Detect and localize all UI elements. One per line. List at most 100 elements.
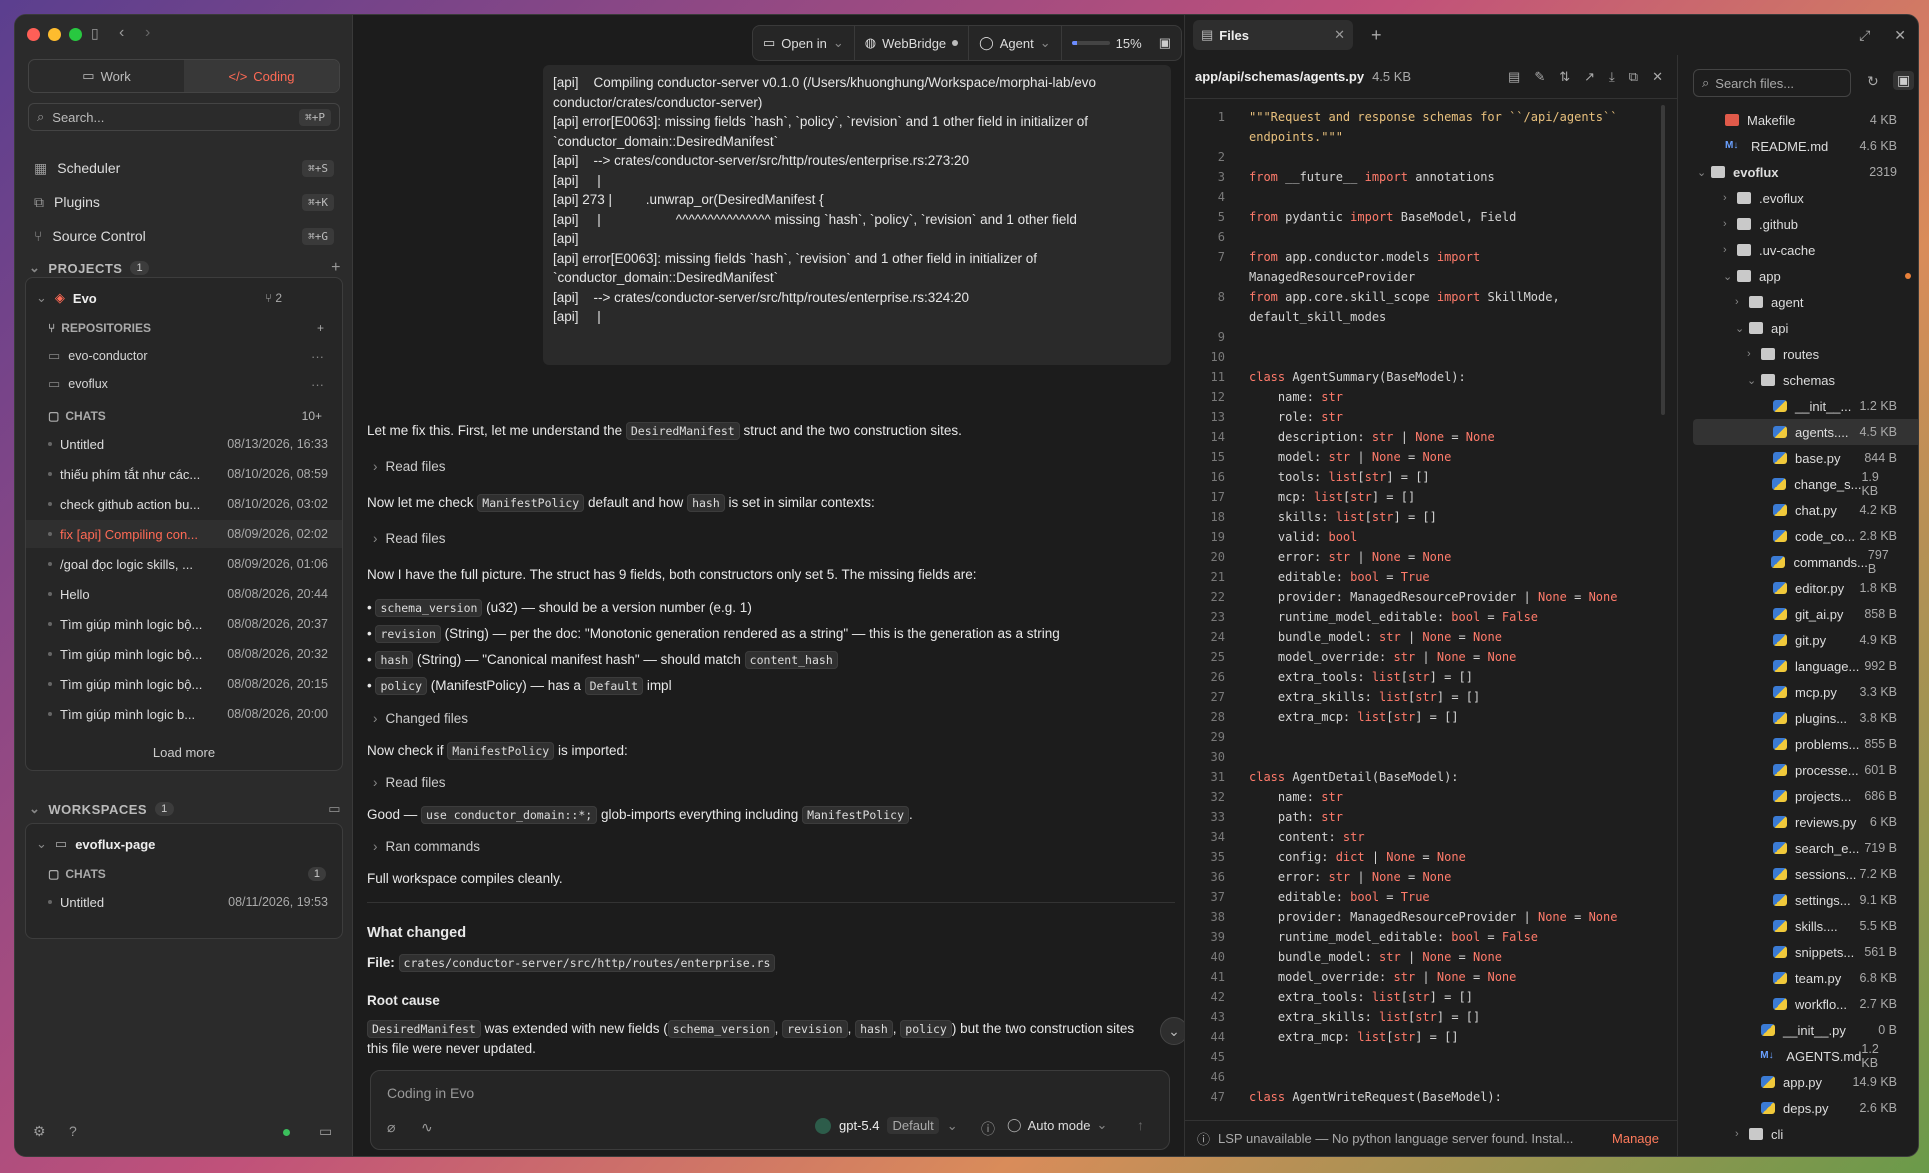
add-project-icon[interactable]: + [331,259,341,277]
tab-work[interactable]: ▭ Work [29,60,184,92]
more-icon[interactable]: ··· [311,349,342,364]
tree-file[interactable]: team.py 6.8 KB [1693,965,1918,991]
tree-file[interactable]: search_e... 719 B [1693,835,1918,861]
tree-file[interactable]: workflo... 2.7 KB [1693,991,1918,1017]
code-editor[interactable]: 1 """Request and response schemas for ``/… [1185,107,1677,1107]
tree-file[interactable]: deps.py 2.6 KB [1693,1095,1918,1121]
attach-icon[interactable]: ⌀ [387,1119,395,1136]
activity-icon[interactable]: ∿ [421,1119,433,1136]
nav-source-control[interactable]: ⑂ Source Control ⌘+G [28,221,340,251]
chat-item[interactable]: Untitled 08/11/2026, 19:53 [26,888,342,916]
add-workspace-icon[interactable]: ▭ [328,801,341,817]
info-icon[interactable]: ⓘ [981,1119,995,1139]
model-selector[interactable]: gpt-5.4 Default ⌄ [815,1117,958,1134]
edit-icon[interactable]: ✎ [1534,69,1545,85]
ran-commands-toggle[interactable]: Ran commands [367,837,1177,857]
tree-file[interactable]: __init__... 1.2 KB [1693,393,1918,419]
nav-plugins[interactable]: ⧉ Plugins ⌘+K [28,187,340,217]
tree-file[interactable]: projects... 686 B [1693,783,1918,809]
read-files-toggle[interactable]: Read files [367,773,1177,793]
chat-item[interactable]: Tìm giúp mình logic b... 08/08/2026, 20:0… [26,700,342,728]
repo-item[interactable]: ▭ evoflux ··· [26,370,342,398]
forward-arrow-icon[interactable]: › [145,24,150,42]
expand-icon[interactable]: ⤢ [1859,27,1870,44]
close-icon[interactable]: ✕ [1652,69,1663,85]
close-tab-icon[interactable]: ✕ [1334,27,1345,43]
tree-file[interactable]: commands... 797 B [1693,548,1918,576]
tree-file[interactable]: __init__.py 0 B [1693,1017,1918,1043]
tree-file[interactable]: problems... 855 B [1693,731,1918,757]
tree-file[interactable]: sessions... 7.2 KB [1693,861,1918,887]
agent-button[interactable]: ◯ Agent ⌄ [969,26,1062,60]
copy-icon[interactable]: ⧉ [1629,69,1638,85]
file-view-icon[interactable]: ▤ [1508,69,1520,85]
repo-item[interactable]: ▭ evo-conductor ··· [26,342,342,370]
layout-toggle-icon[interactable]: ▣ [1893,71,1915,90]
tree-folder[interactable]: ⌄ schemas [1693,367,1918,393]
chat-item[interactable]: Untitled 08/13/2026, 16:33 [26,430,342,458]
tree-file[interactable]: base.py 844 B [1693,445,1918,471]
read-files-toggle[interactable]: Read files [367,457,1177,477]
changed-files-toggle[interactable]: Changed files [367,709,1177,729]
chat-item[interactable]: Hello 08/08/2026, 20:44 [26,580,342,608]
tree-file[interactable]: change_s... 1.9 KB [1693,470,1918,498]
more-icon[interactable]: ··· [311,377,342,392]
webbridge-button[interactable]: ◍ WebBridge [855,26,970,60]
tree-folder[interactable]: › .github [1693,211,1918,237]
tree-file[interactable]: editor.py 1.8 KB [1693,575,1918,601]
panel-toggle-icon[interactable]: ▣ [1159,35,1171,51]
open-in-button[interactable]: ▭ Open in ⌄ [753,26,855,60]
tree-file[interactable]: M↓ AGENTS.md 1.2 KB [1693,1042,1918,1070]
tree-file[interactable]: mcp.py 3.3 KB [1693,679,1918,705]
editor-scrollbar[interactable] [1661,105,1665,415]
tree-folder[interactable]: › agent [1693,289,1918,315]
tree-file[interactable]: snippets... 561 B [1693,939,1918,965]
refresh-icon[interactable]: ↻ [1867,73,1879,90]
sidebar-search[interactable]: ⌕ Search... ⌘+P [28,103,340,131]
close-window-button[interactable] [27,28,40,41]
tree-file[interactable]: reviews.py 6 KB [1693,809,1918,835]
tree-file[interactable]: skills.... 5.5 KB [1693,913,1918,939]
tree-folder[interactable]: › .evoflux [1693,185,1918,211]
settings-gear-icon[interactable]: ⚙ [33,1123,46,1140]
help-icon[interactable]: ? [69,1123,77,1139]
tree-folder[interactable]: ⌄ evoflux 2319 [1693,159,1918,185]
chat-item[interactable]: Tìm giúp mình logic bộ... 08/08/2026, 20:… [26,670,342,698]
download-icon[interactable]: ⤓ [1609,69,1615,85]
send-icon[interactable]: ↑ [1137,1117,1144,1133]
tree-file[interactable]: M↓ README.md 4.6 KB [1693,133,1918,159]
tree-file[interactable]: Makefile 4 KB [1693,107,1918,133]
tree-file[interactable]: code_co... 2.8 KB [1693,523,1918,549]
diff-icon[interactable]: ⇅ [1559,69,1570,85]
tab-files[interactable]: ▤ Files ✕ [1193,20,1353,50]
back-arrow-icon[interactable]: ‹ [119,24,124,42]
tree-file[interactable]: git.py 4.9 KB [1693,627,1918,653]
workspace-item[interactable]: ⌄ ▭ evoflux-page [26,830,342,858]
chat-item[interactable]: fix [api] Compiling con... 08/09/2026, 02… [26,520,342,548]
tree-file[interactable]: language... 992 B [1693,653,1918,679]
tree-folder[interactable]: › cli [1693,1121,1918,1147]
tab-coding[interactable]: </> Coding [184,60,339,92]
tree-file[interactable]: git_ai.py 858 B [1693,601,1918,627]
open-external-icon[interactable]: ↗ [1584,69,1595,85]
add-tab-icon[interactable]: + [1371,25,1382,46]
close-panel-icon[interactable]: ✕ [1894,27,1906,44]
read-files-toggle[interactable]: Read files [367,529,1177,549]
tree-file[interactable]: plugins... 3.8 KB [1693,705,1918,731]
mode-selector[interactable]: ◯ Auto mode ⌄ [1007,1117,1107,1133]
monitor-icon[interactable]: ▭ [319,1123,332,1140]
chat-item[interactable]: Tìm giúp mình logic bộ... 08/08/2026, 20:… [26,610,342,638]
file-search-input[interactable]: ⌕ Search files... [1693,69,1851,97]
chat-item[interactable]: check github action bu... 08/10/2026, 03:… [26,490,342,518]
tree-folder[interactable]: ⌄ app [1693,263,1918,289]
chat-item[interactable]: /goal đọc logic skills, ... 08/09/2026, 0… [26,550,342,578]
tree-folder[interactable]: › routes [1693,341,1918,367]
chat-item[interactable]: thiếu phím tắt như các... 08/10/2026, 08:… [26,460,342,488]
tree-file[interactable]: processe... 601 B [1693,757,1918,783]
nav-scheduler[interactable]: ▦ Scheduler ⌘+S [28,153,340,183]
zoom-window-button[interactable] [69,28,82,41]
sidebar-toggle-icon[interactable]: ▯ [91,25,99,42]
chat-item[interactable]: Tìm giúp mình logic bộ... 08/08/2026, 20:… [26,640,342,668]
load-more-button[interactable]: Load more [26,738,342,766]
projects-header[interactable]: ⌄ PROJECTS 1 + [29,259,341,277]
